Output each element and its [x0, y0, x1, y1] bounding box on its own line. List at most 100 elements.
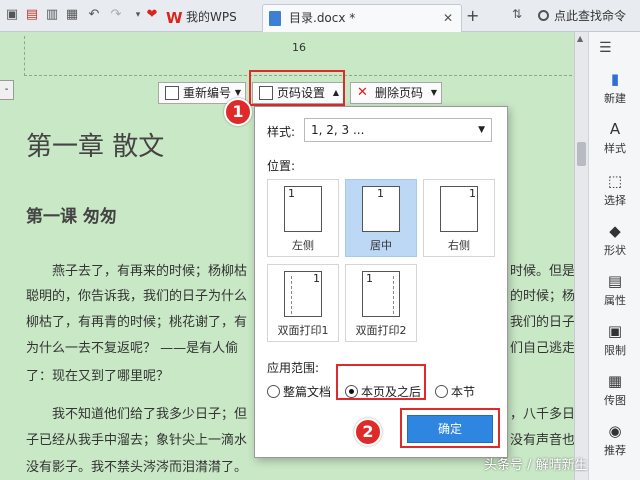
page-preview-icon: 1	[284, 186, 322, 232]
position-option-duplex1[interactable]: 1 双面打印1	[267, 264, 339, 342]
preview-number: 1	[366, 272, 373, 285]
scroll-up-icon[interactable]: ▲	[577, 34, 583, 43]
side-item-label: 限制	[604, 344, 626, 357]
delete-label: 删除页码	[375, 86, 424, 100]
step-badge-2: 2	[354, 418, 382, 446]
apply-range-label: 应用范围:	[267, 361, 320, 375]
tab-my-wps[interactable]: W 我的WPS	[160, 4, 260, 32]
side-item-restrict[interactable]: ▣ 限制	[589, 318, 640, 364]
wps-logo-icon: W	[166, 9, 183, 27]
preview-number: 1	[313, 272, 320, 285]
shape-icon: ◆	[609, 222, 621, 240]
scroll-thumb[interactable]	[577, 142, 586, 166]
step-badge-1: 1	[224, 98, 252, 126]
paragraph-line: 我不知道他们给了我多少日子；但	[52, 407, 248, 422]
radio-label: 本节	[451, 385, 476, 399]
side-item-recommend[interactable]: ◉ 推荐	[589, 418, 640, 464]
side-item-select[interactable]: ⬚ 选择	[589, 168, 640, 214]
command-search[interactable]: 点此查找命令	[536, 7, 640, 25]
side-item-label: 新建	[604, 92, 626, 105]
paragraph-line: 没有影子。我不禁头涔涔而泪潸潸了。	[26, 460, 248, 475]
position-caption: 双面打印2	[355, 324, 407, 337]
position-caption: 双面打印1	[277, 324, 329, 337]
side-item-label: 传图	[604, 394, 626, 407]
paragraph-line: 燕子去了，有再来的时候；杨柳枯	[52, 264, 248, 279]
restrict-icon: ▣	[607, 322, 623, 340]
paragraph-line-tail: 的时候；杨	[510, 289, 576, 304]
position-caption: 居中	[370, 239, 392, 252]
style-dropdown[interactable]: 1, 2, 3 ... ▼	[304, 118, 492, 142]
search-icon	[538, 10, 549, 21]
fold-line	[393, 276, 394, 314]
side-item-label: 属性	[604, 294, 626, 307]
side-item-shape[interactable]: ◆ 形状	[589, 218, 640, 264]
renumber-label: 重新编号	[183, 86, 232, 100]
upload-image-icon: ▦	[607, 372, 623, 390]
select-icon: ⬚	[607, 172, 623, 190]
paragraph-line-tail: ，八千多日	[510, 407, 576, 422]
radio-this-section[interactable]: 本节	[435, 382, 475, 402]
style-icon: A	[609, 120, 621, 138]
delete-icon: ✕	[357, 85, 368, 100]
style-value: 1, 2, 3 ...	[311, 123, 365, 137]
position-option-duplex2[interactable]: 1 双面打印2	[345, 264, 417, 342]
side-item-style[interactable]: A 样式	[589, 116, 640, 162]
fold-line	[291, 276, 292, 314]
side-item-label: 样式	[604, 142, 626, 155]
tab-document[interactable]: 目录.docx * ✕	[262, 4, 462, 32]
page-preview-icon: 1	[284, 271, 322, 317]
properties-icon: ▤	[607, 272, 623, 290]
pin-icon[interactable]: ❤	[144, 7, 160, 23]
panel-menu-icon[interactable]: ☰	[599, 40, 612, 56]
watermark: 头条号 / 解晴新生	[484, 458, 588, 473]
chevron-down-icon: ▼	[430, 88, 437, 97]
redo-icon[interactable]: ↷	[108, 7, 124, 23]
header-page-number: 16	[292, 41, 306, 54]
paragraph-line-tail: 我们的日子	[510, 315, 576, 330]
paragraph-line: 为什么一去不复返呢？ ——是有人偷	[26, 341, 239, 356]
position-option-right[interactable]: 1 右侧	[423, 179, 495, 257]
page-number-settings-popup: 样式: 1, 2, 3 ... ▼ 位置: 1 左侧 1 居中 1 右侧 1 双…	[254, 106, 508, 458]
print-icon[interactable]: ▥	[44, 7, 60, 23]
position-option-center[interactable]: 1 居中	[345, 179, 417, 257]
undo-icon[interactable]: ↶	[86, 7, 102, 23]
position-option-left[interactable]: 1 左侧	[267, 179, 339, 257]
export-pdf-icon[interactable]: ▤	[24, 7, 40, 23]
recommend-icon: ◉	[608, 422, 622, 440]
side-item-new[interactable]: ▮ 新建	[589, 66, 640, 112]
page-preview-icon: 1	[362, 271, 400, 317]
position-caption: 左侧	[292, 239, 314, 252]
side-item-label: 形状	[604, 244, 626, 257]
vertical-scrollbar[interactable]: ▲	[574, 32, 588, 480]
paragraph-line-tail: 时候。但是	[510, 264, 576, 279]
radio-label: 整篇文档	[283, 385, 332, 399]
sync-menu-icon[interactable]: ⇅	[512, 7, 522, 21]
position-label: 位置:	[267, 159, 296, 173]
paragraph-line: 子已经从我手中溜去；象针尖上一滴水	[26, 433, 248, 448]
delete-page-number-button[interactable]: ✕ 删除页码 ▼	[350, 82, 442, 104]
page-preview-icon: 1	[362, 186, 400, 232]
confirm-highlight	[400, 408, 500, 448]
right-side-panel: ☰ ▮ 新建 A 样式 ⬚ 选择 ◆ 形状 ▤ 属性 ▣ 限制 ▦ 传图 ◉ 推…	[588, 32, 640, 480]
close-tab-icon[interactable]: ✕	[443, 5, 453, 31]
side-item-properties[interactable]: ▤ 属性	[589, 268, 640, 314]
preview-number: 1	[288, 187, 295, 200]
print-preview-icon[interactable]: ▦	[64, 7, 80, 23]
side-item-upload-image[interactable]: ▦ 传图	[589, 368, 640, 414]
side-item-label: 推荐	[604, 444, 626, 457]
radio-icon	[267, 385, 280, 398]
add-tab-icon[interactable]: +	[466, 6, 479, 25]
style-label: 样式:	[267, 125, 296, 139]
tab-label: 目录.docx *	[289, 11, 356, 25]
paragraph-line: 聪明的，你告诉我，我们的日子为什么	[26, 289, 248, 304]
position-caption: 右侧	[448, 239, 470, 252]
preview-number: 1	[469, 187, 476, 200]
paragraph-line-tail: 没有声音也	[510, 433, 576, 448]
paragraph-line: 了：现在又到了哪里呢？	[26, 369, 170, 384]
radio-whole-document[interactable]: 整篇文档	[267, 382, 331, 402]
side-item-label: 选择	[604, 194, 626, 207]
save-icon[interactable]: ▣	[4, 7, 20, 23]
title-bar: ▣ ▤ ▥ ▦ ↶ ↷ ▾ ❤ W 我的WPS 目录.docx * ✕ + ⇅ …	[0, 0, 640, 32]
left-margin-marker[interactable]: -	[0, 80, 14, 100]
radio-icon	[435, 385, 448, 398]
